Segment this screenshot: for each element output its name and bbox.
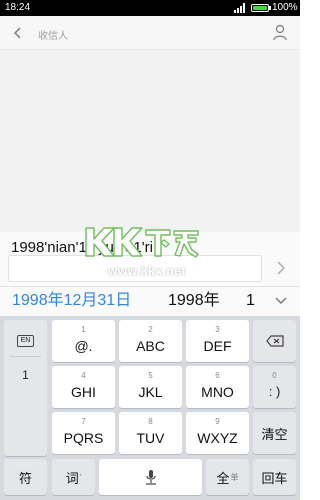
- compose-bar: 1998'nian'12'yue'31'ri: [0, 232, 300, 286]
- expand-candidates-button[interactable]: [266, 291, 296, 313]
- backspace-key[interactable]: [253, 320, 296, 362]
- candidate-1[interactable]: 1998年12月31日: [12, 290, 131, 312]
- key-8[interactable]: 8 TUV: [119, 412, 182, 454]
- candidate-2[interactable]: 1998年: [168, 290, 220, 312]
- key-4[interactable]: 4 GHI: [52, 366, 115, 408]
- status-time: 18:24: [5, 2, 31, 13]
- keyboard-side-panel: EN 1: [4, 320, 47, 456]
- battery-percent: 100%: [272, 2, 298, 13]
- words-key[interactable]: 词 ': [52, 459, 95, 495]
- key-9[interactable]: 9 WXYZ: [186, 412, 249, 454]
- status-bar: 18:24 100%: [0, 0, 300, 16]
- enter-key[interactable]: 回车: [253, 459, 296, 495]
- send-arrow-icon[interactable]: [276, 259, 286, 277]
- t9-keyboard: EN 1 1 @. 2 ABC 3 DEF 4 GHI 5 JKL 6 MNO: [0, 316, 300, 500]
- backspace-icon: [265, 335, 284, 347]
- chevron-down-icon: [275, 297, 287, 304]
- side-digit-key[interactable]: 1: [4, 368, 47, 382]
- compose-header: 收信人: [0, 16, 300, 50]
- battery-icon: [251, 4, 271, 12]
- back-arrow-icon[interactable]: [11, 25, 25, 41]
- clear-key[interactable]: 清空: [253, 412, 296, 454]
- english-mode-key[interactable]: EN: [17, 335, 34, 347]
- zero-emoticon-key[interactable]: 0 : ): [253, 366, 296, 408]
- symbols-key[interactable]: 符: [4, 459, 47, 495]
- key-1[interactable]: 1 @.: [52, 320, 115, 362]
- signal-icon: [234, 3, 245, 13]
- key-3[interactable]: 3 DEF: [186, 320, 249, 362]
- recipient-field[interactable]: 收信人: [38, 27, 68, 42]
- contact-icon[interactable]: [272, 24, 288, 41]
- ime-candidate-bar: 1998年12月31日 1998年 1: [0, 286, 300, 316]
- candidate-3[interactable]: 1: [246, 290, 255, 312]
- microphone-icon: [145, 470, 156, 485]
- key-6[interactable]: 6 MNO: [186, 366, 249, 408]
- space-voice-key[interactable]: [99, 459, 202, 495]
- full-half-width-key[interactable]: 全单: [206, 459, 249, 495]
- message-input-text[interactable]: 1998'nian'12'yue'31'ri: [11, 237, 261, 259]
- key-7[interactable]: 7 PQRS: [52, 412, 115, 454]
- message-thread-area: [0, 50, 300, 232]
- key-5[interactable]: 5 JKL: [119, 366, 182, 408]
- key-2[interactable]: 2 ABC: [119, 320, 182, 362]
- message-input-box[interactable]: [8, 255, 262, 282]
